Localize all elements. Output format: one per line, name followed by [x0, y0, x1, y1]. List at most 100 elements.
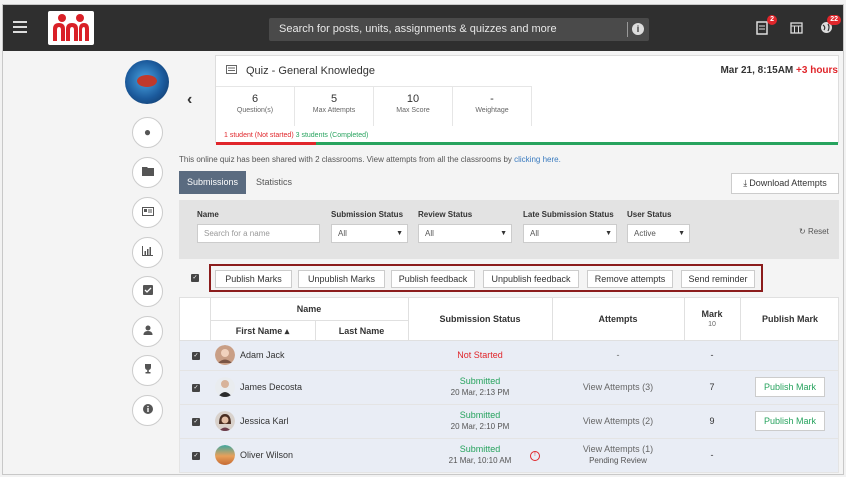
- sidebar-folder-button[interactable]: [132, 157, 163, 188]
- table-row[interactable]: ✓ Oliver Wilson Submitted 21 Mar, 10:10 …: [179, 439, 839, 473]
- top-bar: Search for posts, units, assignments & q…: [3, 5, 843, 51]
- notes-notification-icon[interactable]: 2: [755, 15, 777, 35]
- info-circle-icon: [142, 404, 153, 414]
- table-row[interactable]: ✓ Adam Jack Not Started - -: [179, 341, 839, 371]
- sidebar-awards-button[interactable]: [132, 355, 163, 386]
- review-status-label: Review Status: [418, 210, 473, 219]
- chevron-down-icon: ▼: [396, 230, 403, 237]
- mark-value: -: [710, 350, 714, 360]
- app-logo[interactable]: [48, 11, 94, 45]
- sidebar-info-button[interactable]: [132, 395, 163, 426]
- quiz-stats: 6 Question(s) 5 Max Attempts 10 Max Score -…: [216, 86, 532, 126]
- name-search-input[interactable]: Search for a name: [197, 224, 320, 243]
- global-search-input[interactable]: Search for posts, units, assignments & q…: [269, 18, 649, 41]
- classroom-avatar[interactable]: [125, 60, 169, 104]
- review-status-select[interactable]: All ▼: [418, 224, 512, 243]
- table-header: Name First Name ▴ Last Name Submission S…: [179, 297, 839, 342]
- info-icon[interactable]: i: [632, 23, 644, 35]
- view-attempts-link[interactable]: View Attempts (2): [552, 416, 684, 426]
- first-name-column-header[interactable]: First Name ▴: [210, 326, 315, 337]
- user-icon: [143, 325, 152, 335]
- app-window: Search for posts, units, assignments & q…: [2, 4, 844, 475]
- submission-status: Not Started: [457, 350, 503, 360]
- late-clock-icon: !: [530, 451, 540, 461]
- stat-max-score: 10 Max Score: [374, 87, 453, 126]
- row-checkbox[interactable]: ✓: [192, 352, 200, 360]
- progress-summary: 1 student (Not started) 3 students (Comp…: [224, 132, 369, 139]
- publish-mark-button[interactable]: Publish Mark: [755, 411, 825, 431]
- globe-notification-icon[interactable]: 22: [819, 15, 841, 35]
- share-info: This online quiz has been shared with 2 …: [179, 155, 561, 164]
- student-name: Oliver Wilson: [240, 450, 294, 460]
- user-status-select[interactable]: Active ▼: [627, 224, 690, 243]
- student-name: Adam Jack: [240, 350, 285, 360]
- sidebar-users-button[interactable]: [132, 316, 163, 347]
- send-reminder-button[interactable]: Send reminder: [681, 270, 755, 288]
- chevron-down-icon: ▼: [500, 230, 507, 237]
- checkbox-icon: [142, 285, 153, 295]
- unpublish-feedback-button[interactable]: Unpublish feedback: [483, 270, 579, 288]
- bar-chart-icon: [142, 246, 153, 256]
- trophy-icon: [144, 364, 151, 374]
- clicking-here-link[interactable]: clicking here.: [514, 155, 561, 164]
- unpublish-marks-button[interactable]: Unpublish Marks: [298, 270, 385, 288]
- attempts-value: -: [616, 350, 620, 360]
- mark-value: -: [710, 450, 714, 460]
- mark-value: 9: [709, 416, 715, 426]
- reset-filters-button[interactable]: ↻ Reset: [799, 227, 829, 236]
- bulk-actions-row: ✓ Publish Marks Unpublish Marks Publish …: [179, 261, 839, 295]
- sidebar-reports-button[interactable]: [132, 237, 163, 268]
- avatar: [215, 377, 235, 397]
- stat-weightage: - Weightage: [453, 87, 532, 126]
- avatar: [215, 411, 235, 431]
- hamburger-menu-icon[interactable]: [13, 21, 27, 33]
- row-checkbox[interactable]: ✓: [192, 452, 200, 460]
- attempts-column-header: Attempts: [598, 314, 638, 324]
- select-all-checkbox[interactable]: ✓: [191, 274, 199, 282]
- bulk-actions-highlight: Publish Marks Unpublish Marks Publish fe…: [209, 264, 763, 292]
- view-attempts-link[interactable]: View Attempts (3): [552, 382, 684, 392]
- submission-status-select[interactable]: All ▼: [331, 224, 408, 243]
- folder-icon: [141, 167, 154, 176]
- student-name: James Decosta: [240, 382, 303, 392]
- name-filter-label: Name: [197, 210, 219, 219]
- table-row[interactable]: ✓ James Decosta Submitted 20 Mar, 2:13 P…: [179, 371, 839, 405]
- avatar: [215, 445, 235, 465]
- back-chevron-icon[interactable]: ‹: [187, 91, 192, 109]
- sidebar-chat-button[interactable]: ●: [132, 117, 163, 148]
- mark-value: 7: [709, 382, 715, 392]
- row-checkbox[interactable]: ✓: [192, 418, 200, 426]
- progress-completed: [315, 142, 838, 145]
- publish-mark-button[interactable]: Publish Mark: [755, 377, 825, 397]
- publish-feedback-button[interactable]: Publish feedback: [391, 270, 475, 288]
- chevron-down-icon: ▼: [605, 230, 612, 237]
- sidebar-id-card-button[interactable]: [132, 197, 163, 228]
- row-checkbox[interactable]: ✓: [192, 384, 200, 392]
- sidebar-tasks-button[interactable]: [132, 276, 163, 307]
- avatar: [215, 345, 235, 365]
- publish-marks-button[interactable]: Publish Marks: [215, 270, 292, 288]
- submission-status: Submitted 20 Mar, 2:13 PM: [450, 376, 510, 397]
- late-submission-label: Late Submission Status: [523, 210, 614, 219]
- quiz-summary-card: Quiz - General Knowledge Mar 21, 8:15AM …: [215, 55, 839, 145]
- submission-status-label: Submission Status: [331, 210, 404, 219]
- id-card-icon: [141, 207, 154, 216]
- notification-badge: 2: [767, 15, 777, 25]
- student-name: Jessica Karl: [240, 416, 289, 426]
- tab-submissions[interactable]: Submissions: [179, 171, 246, 194]
- reset-icon: ↻: [799, 227, 806, 236]
- view-attempts-link[interactable]: View Attempts (1) Pending Review: [552, 444, 684, 465]
- search-divider: [627, 22, 628, 37]
- tab-statistics[interactable]: Statistics: [256, 177, 292, 187]
- table-row[interactable]: ✓ Jessica Karl Submitted 20 Mar, 2:10 PM…: [179, 405, 839, 439]
- chevron-down-icon: ▼: [678, 230, 685, 237]
- stat-questions: 6 Question(s): [216, 87, 295, 126]
- quiz-title: Quiz - General Knowledge: [246, 65, 376, 77]
- remove-attempts-button[interactable]: Remove attempts: [587, 270, 673, 288]
- calendar-icon[interactable]: [789, 21, 803, 35]
- late-submission-select[interactable]: All ▼: [523, 224, 617, 243]
- last-name-column-header[interactable]: Last Name: [315, 326, 408, 336]
- search-placeholder: Search for posts, units, assignments & q…: [279, 23, 557, 35]
- download-attempts-button[interactable]: ⤓ Download Attempts: [731, 173, 839, 194]
- progress-not-started: [216, 142, 316, 145]
